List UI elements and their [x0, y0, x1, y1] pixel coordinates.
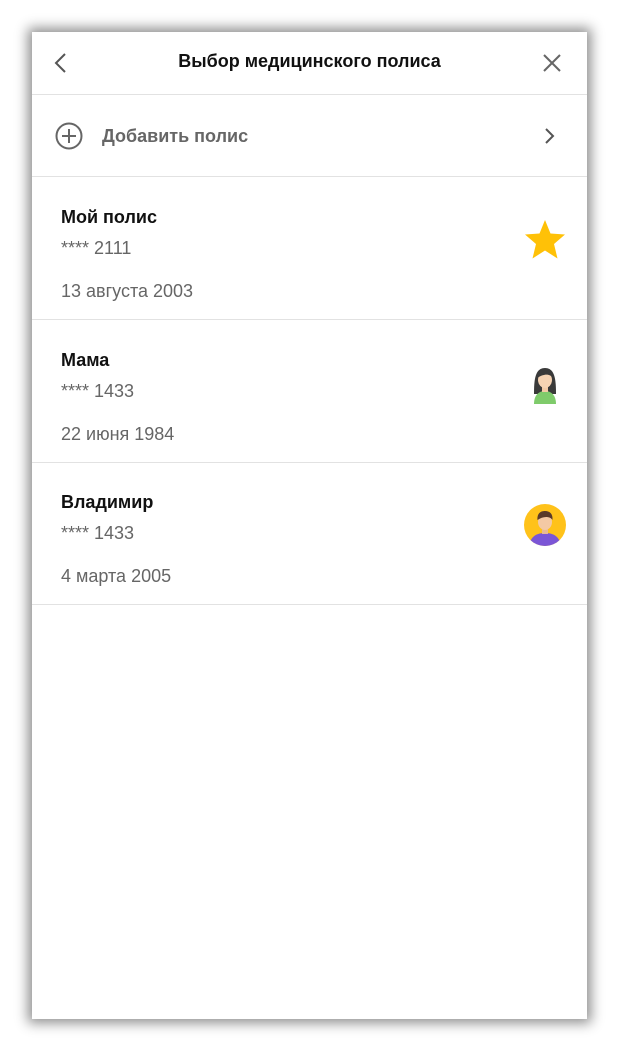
policy-date: 13 августа 2003	[61, 281, 194, 301]
chevron-right-icon	[545, 128, 555, 144]
add-policy-button[interactable]: Добавить полис	[32, 95, 587, 177]
plus-circle-icon	[55, 122, 83, 150]
policy-name: Владимир	[61, 492, 154, 512]
header: Выбор медицинского полиса	[32, 32, 587, 95]
man-avatar-icon	[524, 504, 566, 546]
policy-date: 22 июня 1984	[61, 424, 175, 444]
woman-avatar-icon	[534, 368, 556, 404]
policy-selection-screen: Выбор медицинского полиса Добавить полис…	[32, 32, 587, 1019]
policy-item-my-policy[interactable]: Мой полис **** 2111 13 августа 2003	[32, 177, 587, 320]
policy-date: 4 марта 2005	[61, 566, 172, 586]
close-icon	[543, 54, 561, 72]
policy-name: Мой полис	[61, 207, 157, 227]
policy-number: **** 1433	[61, 523, 135, 543]
add-policy-label: Добавить полис	[102, 126, 249, 146]
star-icon	[525, 220, 565, 259]
policy-item-vladimir[interactable]: Владимир **** 1433 4 марта 2005	[32, 462, 587, 605]
policy-item-mama[interactable]: Мама **** 1433 22 июня 1984	[32, 320, 587, 463]
close-button[interactable]	[539, 50, 565, 76]
page-title: Выбор медицинского полиса	[178, 51, 441, 71]
policy-name: Мама	[61, 350, 110, 370]
policy-number: **** 1433	[61, 381, 135, 401]
policy-number: **** 2111	[61, 238, 132, 258]
